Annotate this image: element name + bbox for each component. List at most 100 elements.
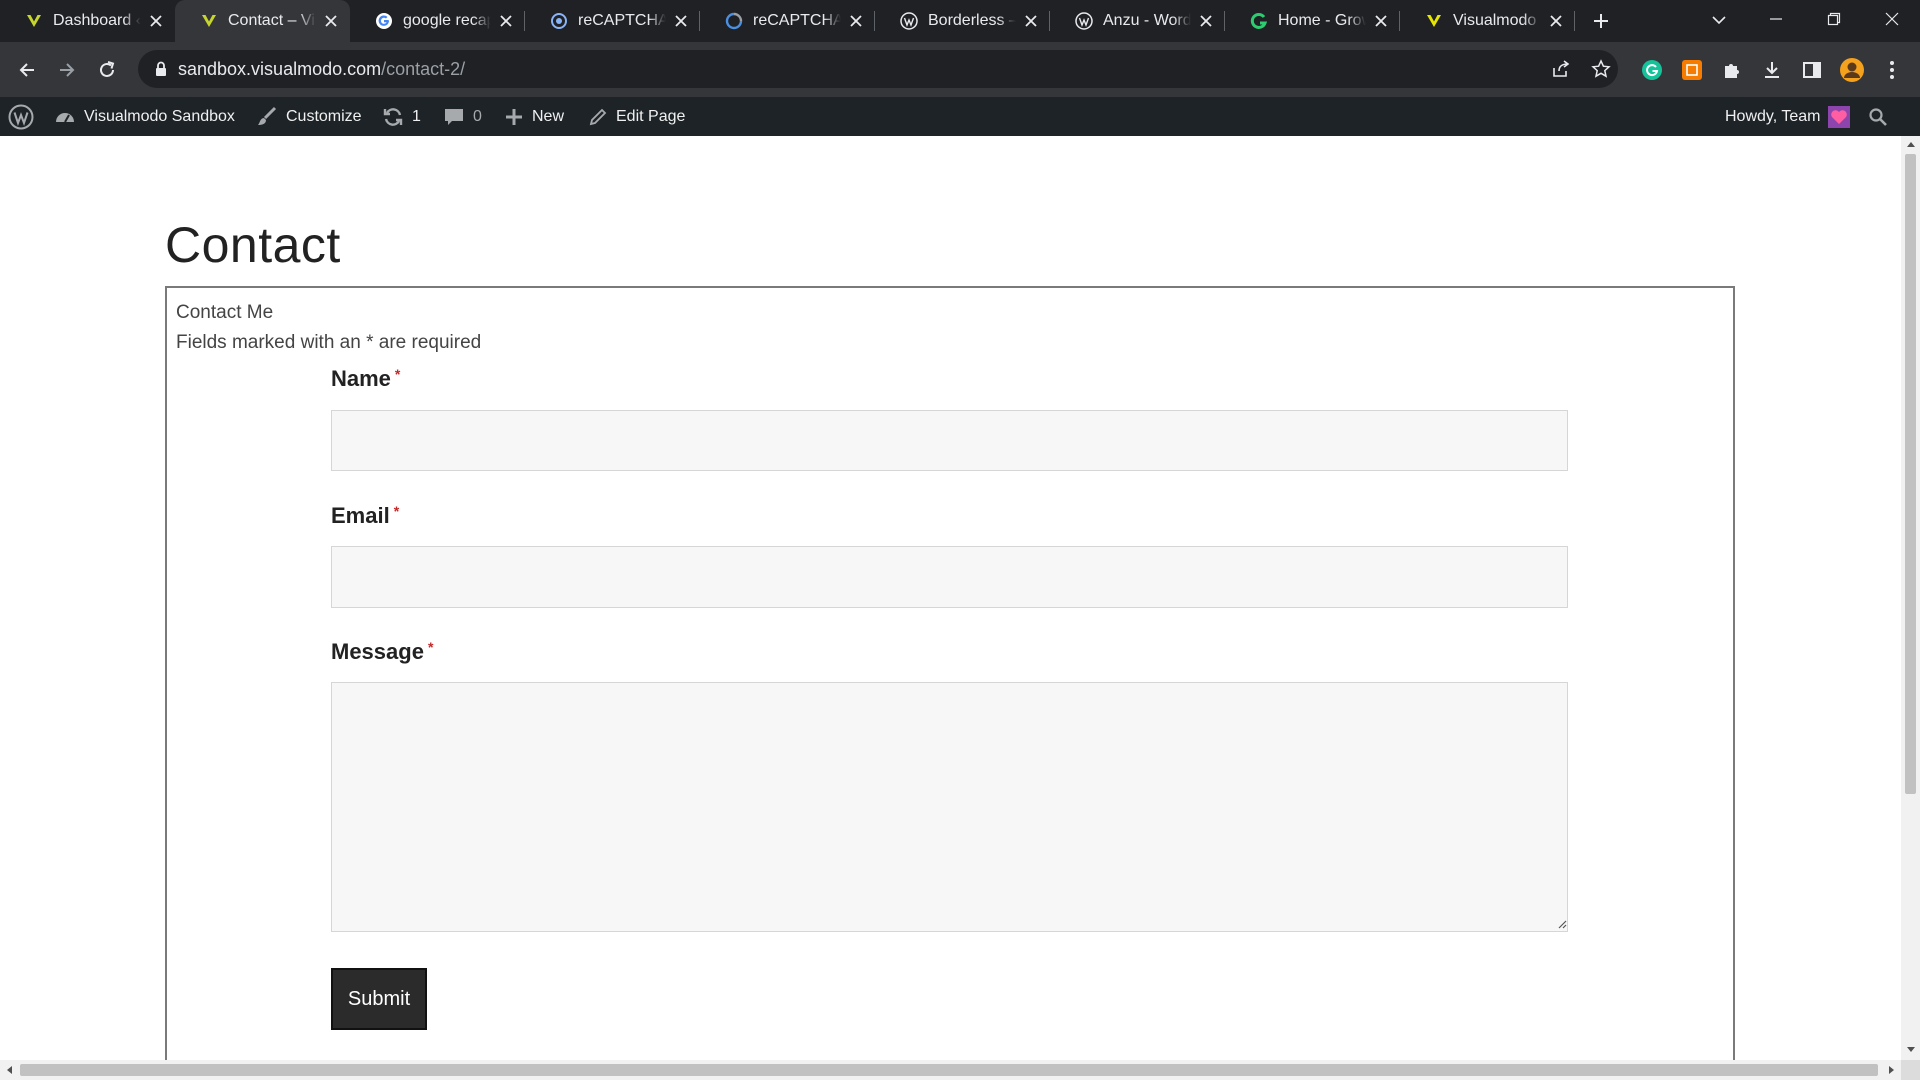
close-tab-icon[interactable] [322,12,340,30]
restore-icon [1827,12,1841,26]
tab-list: Dashboard ‹ Visualmodo Contact – Visualm… [0,0,1621,42]
message-textarea[interactable] [331,682,1568,932]
comments-count: 0 [473,107,482,125]
tab-recaptcha-1[interactable]: reCAPTCHA [525,0,700,42]
close-tab-icon[interactable] [1197,12,1215,30]
required-asterisk: * [393,503,400,519]
tab-title: Contact – Visualmodo [228,12,316,29]
bookmark-button[interactable] [1590,58,1612,80]
wp-admin-bar: Visualmodo Sandbox Customize 1 0 New Edi… [0,97,1920,136]
profile-button[interactable] [1837,55,1867,85]
tab-visualmodo[interactable]: Visualmodo - [1400,0,1575,42]
paintbrush-icon [258,106,277,125]
updates-count: 1 [412,107,421,125]
new-label: New [532,107,565,125]
side-panel-icon [1803,62,1821,78]
forward-button[interactable] [52,55,82,85]
scroll-up-arrow-icon[interactable] [1901,136,1920,152]
close-tab-icon[interactable] [1022,12,1040,30]
user-avatar [1828,105,1851,128]
updates-link[interactable]: 1 [382,97,421,136]
vertical-scroll-thumb[interactable] [1905,154,1916,794]
extensions-button[interactable] [1717,55,1747,85]
edit-page-link[interactable]: Edit Page [588,97,685,136]
wordpress-logo-icon [8,104,34,129]
chevron-down-icon [1712,16,1726,25]
site-name-menu[interactable]: Visualmodo Sandbox [54,97,235,136]
email-input[interactable] [331,546,1568,608]
new-content-menu[interactable]: New [504,97,564,136]
grammarly-extension[interactable] [1637,55,1667,85]
close-tab-icon[interactable] [497,12,515,30]
share-button[interactable] [1550,58,1572,80]
tab-google-recaptcha[interactable]: google recaptcha [350,0,525,42]
horizontal-scroll-thumb[interactable] [20,1064,1878,1076]
my-account-menu[interactable]: Howdy, Team [1725,97,1851,136]
scroll-left-arrow-icon[interactable] [0,1060,18,1080]
close-tab-icon[interactable] [847,12,865,30]
comments-link[interactable]: 0 [443,97,482,136]
restore-button[interactable] [1806,0,1862,38]
share-icon [1553,60,1570,77]
tab-title: reCAPTCHA [753,12,841,29]
customize-label: Customize [286,107,362,125]
email-label: Email * [331,503,399,529]
lock-icon [156,61,166,76]
grow-icon [1249,12,1268,31]
visualmodo-v-icon [24,12,43,31]
comment-bubble-icon [445,108,463,125]
orange-extension[interactable] [1677,55,1707,85]
close-tab-icon[interactable] [1372,12,1390,30]
puzzle-icon [1725,64,1739,78]
scrollbar-corner [1901,1060,1920,1080]
scroll-right-arrow-icon[interactable] [1883,1060,1901,1080]
url-text: sandbox.visualmodo.com/contact-2/ [178,59,465,80]
downloads-button[interactable] [1757,55,1787,85]
minimize-button[interactable] [1748,0,1804,38]
tab-dashboard[interactable]: Dashboard ‹ Visualmodo [0,0,175,42]
tab-title: Anzu - WordPress [1103,12,1191,29]
tab-search-button[interactable] [1705,8,1733,32]
tab-anzu[interactable]: Anzu - WordPress [1050,0,1225,42]
url-path: /contact-2/ [381,59,466,79]
tab-title: Borderless – WordPress [928,12,1016,29]
plus-icon [506,108,522,125]
tab-home-grow[interactable]: Home - Grow [1225,0,1400,42]
browser-tab-strip: Dashboard ‹ Visualmodo Contact – Visualm… [0,0,1920,42]
close-tab-icon[interactable] [1547,12,1565,30]
address-bar[interactable]: sandbox.visualmodo.com/contact-2/ [138,50,1618,88]
tab-title: Dashboard ‹ Visualmodo [53,12,141,29]
page-content: Contact Contact Me Fields marked with an… [0,136,1901,1060]
contact-form: Contact Me Fields marked with an * are r… [165,286,1735,1060]
wp-logo-menu[interactable] [8,97,42,136]
close-icon [1885,12,1899,26]
horizontal-scrollbar[interactable] [0,1060,1901,1080]
new-tab-button[interactable] [1581,0,1621,42]
tab-contact[interactable]: Contact – Visualmodo [175,0,350,42]
required-asterisk: * [427,639,434,655]
extension-badge-icon [1682,60,1702,80]
browser-menu-button[interactable] [1877,55,1907,85]
submit-button[interactable]: Submit [331,968,427,1030]
close-tab-icon[interactable] [672,12,690,30]
back-button[interactable] [12,55,42,85]
minimize-icon [1770,18,1782,20]
scroll-down-arrow-icon[interactable] [1901,1042,1920,1058]
tab-borderless[interactable]: Borderless – WordPress [875,0,1050,42]
close-tab-icon[interactable] [147,12,165,30]
vertical-scrollbar[interactable] [1901,136,1920,1060]
wordpress-icon [899,12,918,31]
resize-handle-icon[interactable] [1555,917,1567,929]
updates-icon [383,107,403,126]
tab-recaptcha-2[interactable]: reCAPTCHA [700,0,875,42]
reload-button[interactable] [92,55,122,85]
download-icon [1765,62,1779,78]
message-label-text: Message [331,639,424,664]
star-icon [1591,59,1611,78]
customize-link[interactable]: Customize [256,97,362,136]
admin-search-button[interactable] [1868,97,1896,136]
name-input[interactable] [331,410,1568,471]
name-label-text: Name [331,366,391,391]
close-window-button[interactable] [1864,0,1920,38]
side-panel-button[interactable] [1797,55,1827,85]
